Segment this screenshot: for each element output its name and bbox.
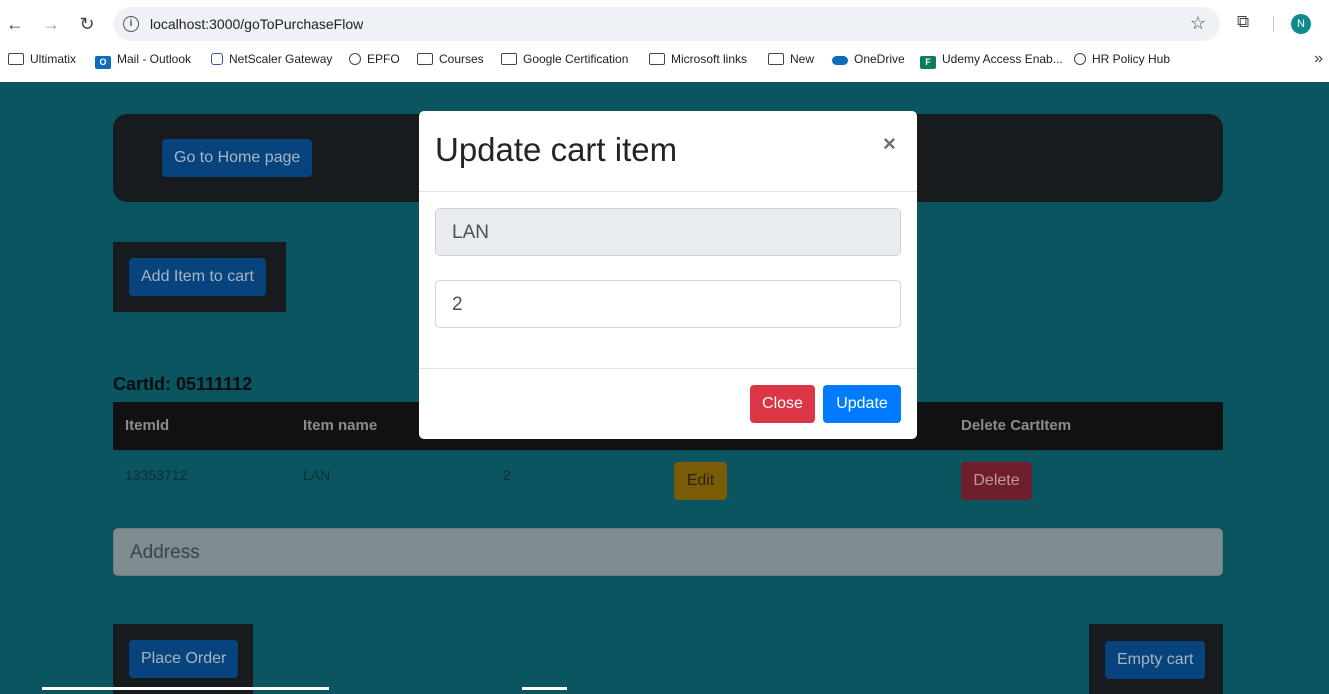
item-name-field: LAN: [435, 208, 901, 256]
forms-icon: F: [920, 56, 936, 69]
folder-icon: [501, 53, 517, 65]
bookmark-label: NetScaler Gateway: [229, 52, 333, 66]
forward-arrow-icon[interactable]: →: [40, 13, 62, 35]
quantity-value: 2: [452, 294, 463, 315]
cart-id-label: CartId: 05111112: [113, 374, 253, 394]
folder-icon: [417, 53, 433, 65]
empty-cart-panel: Empty cart: [1089, 624, 1223, 694]
cloud-icon: [832, 56, 848, 65]
outlook-icon: O: [95, 56, 111, 69]
bookmark-label: OneDrive: [854, 52, 905, 66]
bookmark-item[interactable]: Microsoft links: [649, 52, 747, 66]
cell-item-name: LAN: [303, 467, 331, 483]
bookmark-label: Microsoft links: [671, 52, 748, 66]
bookmark-label: Udemy Access Enab...: [942, 52, 1063, 66]
bookmark-label: New: [790, 52, 815, 66]
close-button[interactable]: Close: [750, 385, 815, 423]
modal-footer: Close Update: [419, 368, 917, 439]
url-text[interactable]: localhost:3000/goToPurchaseFlow: [150, 16, 363, 32]
quantity-field[interactable]: 2: [435, 280, 901, 328]
bookmark-item[interactable]: EPFO: [349, 52, 400, 66]
extensions-icon[interactable]: ⧉: [1237, 13, 1255, 31]
lock-icon: [211, 53, 223, 65]
column-header-item-name: Item name: [303, 417, 378, 434]
bookmark-item[interactable]: HR Policy Hub: [1074, 52, 1170, 66]
globe-icon: [1074, 53, 1086, 65]
modal-header: Update cart item ×: [419, 111, 917, 192]
cell-quantity: 2: [503, 467, 511, 483]
address-placeholder: Address: [130, 542, 200, 563]
place-order-button[interactable]: Place Order: [129, 640, 239, 678]
address-bar[interactable]: i localhost:3000/goToPurchaseFlow ☆: [114, 7, 1220, 41]
delete-button[interactable]: Delete: [961, 462, 1032, 500]
bookmark-item[interactable]: Google Certification: [501, 52, 628, 66]
empty-cart-button[interactable]: Empty cart: [1105, 641, 1206, 679]
folder-icon: [649, 53, 665, 65]
cell-item-id: 13353712: [125, 467, 188, 483]
bookmark-item[interactable]: O Mail - Outlook: [95, 52, 191, 69]
add-item-button[interactable]: Add Item to cart: [129, 258, 266, 296]
browser-chrome: ← → ↻ i localhost:3000/goToPurchaseFlow …: [0, 0, 1329, 82]
toolbar-divider: [1273, 16, 1274, 32]
bookmark-item[interactable]: New: [768, 52, 814, 66]
bookmark-label: Ultimatix: [30, 52, 77, 66]
site-info-icon[interactable]: i: [123, 16, 139, 32]
bookmark-item[interactable]: F Udemy Access Enab...: [920, 52, 1063, 69]
column-header-delete: Delete CartItem: [961, 417, 1072, 434]
row-divider: [113, 450, 1223, 451]
more-bookmarks-chevron-icon[interactable]: »: [1314, 50, 1323, 68]
item-name-value: LAN: [452, 222, 489, 243]
bookmark-label: Courses: [439, 52, 484, 66]
add-item-panel: Add Item to cart: [113, 242, 286, 312]
bookmark-item[interactable]: Courses: [417, 52, 484, 66]
reload-icon[interactable]: ↻: [76, 13, 98, 35]
bookmarks-bar: Ultimatix O Mail - Outlook NetScaler Gate…: [0, 50, 1329, 72]
update-cart-modal: Update cart item × LAN 2 Close Update: [419, 111, 917, 439]
go-home-button[interactable]: Go to Home page: [162, 139, 313, 177]
folder-icon: [8, 53, 24, 65]
place-order-panel: Place Order: [113, 624, 253, 694]
modal-title: Update cart item: [435, 131, 678, 168]
column-header-itemid: ItemId: [125, 417, 170, 434]
close-icon[interactable]: ×: [883, 131, 896, 157]
bookmark-label: EPFO: [367, 52, 400, 66]
profile-avatar[interactable]: N: [1291, 14, 1311, 34]
edit-button[interactable]: Edit: [674, 462, 727, 500]
update-button[interactable]: Update: [823, 385, 901, 423]
globe-icon: [349, 53, 361, 65]
bookmark-label: Mail - Outlook: [117, 52, 192, 66]
back-arrow-icon[interactable]: ←: [4, 13, 26, 35]
bookmark-item[interactable]: OneDrive: [832, 52, 905, 66]
bookmark-label: HR Policy Hub: [1092, 52, 1171, 66]
address-input[interactable]: Address: [113, 528, 1223, 576]
bookmark-star-icon[interactable]: ☆: [1190, 13, 1206, 34]
bookmark-item[interactable]: NetScaler Gateway: [211, 52, 332, 66]
bookmark-label: Google Certification: [523, 52, 629, 66]
bookmark-item[interactable]: Ultimatix: [8, 52, 76, 66]
folder-icon: [768, 53, 784, 65]
